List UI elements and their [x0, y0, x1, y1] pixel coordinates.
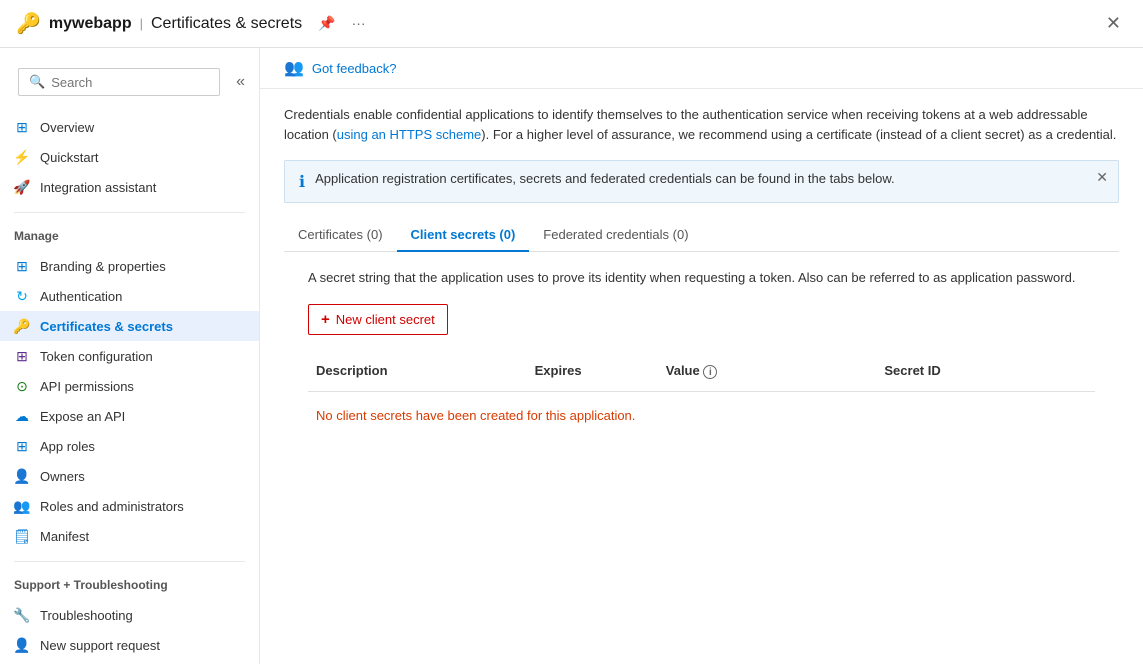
app-name: mywebapp	[49, 15, 132, 33]
sidebar-item-manifest-label: Manifest	[40, 529, 89, 544]
tab-federated[interactable]: Federated credentials (0)	[529, 219, 702, 252]
manage-section-label: Manage	[0, 219, 259, 247]
tab-certificates-label: Certificates (0)	[298, 227, 383, 242]
sidebar-item-manifest[interactable]: 🗒 Manifest	[0, 521, 259, 551]
manage-divider	[14, 212, 245, 213]
tab-content: A secret string that the application use…	[284, 252, 1119, 455]
search-icon: 🔍	[29, 74, 45, 90]
sidebar-item-api-label: API permissions	[40, 379, 134, 394]
page-title: Certificates & secrets	[151, 15, 302, 33]
quickstart-icon: ⚡	[14, 149, 30, 165]
description-content: Credentials enable confidential applicat…	[284, 107, 1116, 142]
sidebar-item-roles-admin[interactable]: 👥 Roles and administrators	[0, 491, 259, 521]
roles-icon: ⊞	[14, 438, 30, 454]
token-icon: ⊞	[14, 348, 30, 364]
sidebar-item-integration-label: Integration assistant	[40, 180, 156, 195]
col-secret-id: Secret ID	[876, 359, 1095, 384]
info-banner-text: Application registration certificates, s…	[315, 171, 1104, 186]
sidebar-item-expose[interactable]: ☁ Expose an API	[0, 401, 259, 431]
sidebar-item-api[interactable]: ⊙ API permissions	[0, 371, 259, 401]
sidebar-item-new-request-label: New support request	[40, 638, 160, 653]
info-banner: ℹ Application registration certificates,…	[284, 160, 1119, 203]
sidebar-item-new-request[interactable]: 👤 New support request	[0, 630, 259, 660]
sidebar-item-roles-admin-label: Roles and administrators	[40, 499, 184, 514]
integration-icon: 🚀	[14, 179, 30, 195]
support-icon: 👤	[14, 637, 30, 653]
https-link[interactable]: using an HTTPS scheme	[337, 127, 482, 142]
col-value: Value i	[658, 359, 877, 384]
sidebar-item-branding[interactable]: ⊞ Branding & properties	[0, 251, 259, 281]
collapse-button[interactable]: «	[230, 73, 251, 91]
sidebar-item-expose-label: Expose an API	[40, 409, 125, 424]
api-icon: ⊙	[14, 378, 30, 394]
sidebar-item-overview[interactable]: ⊞ Overview	[0, 112, 259, 142]
support-section-label: Support + Troubleshooting	[0, 568, 259, 596]
new-secret-label: New client secret	[336, 312, 435, 327]
sidebar-item-troubleshoot-label: Troubleshooting	[40, 608, 133, 623]
support-divider	[14, 561, 245, 562]
sidebar-item-roles-label: App roles	[40, 439, 95, 454]
pin-button[interactable]: 📌	[314, 13, 339, 34]
sidebar-item-authentication[interactable]: ↻ Authentication	[0, 281, 259, 311]
title-divider: |	[140, 16, 143, 31]
tab-federated-label: Federated credentials (0)	[543, 227, 688, 242]
manifest-icon: 🗒	[14, 528, 30, 544]
sidebar-item-quickstart[interactable]: ⚡ Quickstart	[0, 142, 259, 172]
branding-icon: ⊞	[14, 258, 30, 274]
tab-client-secrets-label: Client secrets (0)	[411, 227, 516, 242]
tabs-area: Certificates (0) Client secrets (0) Fede…	[260, 219, 1143, 455]
sidebar-item-certificates-label: Certificates & secrets	[40, 319, 173, 334]
troubleshoot-icon: 🔧	[14, 607, 30, 623]
sidebar-item-owners-label: Owners	[40, 469, 85, 484]
sidebar-item-troubleshoot[interactable]: 🔧 Troubleshooting	[0, 600, 259, 630]
sidebar-item-certificates[interactable]: 🔑 Certificates & secrets	[0, 311, 259, 341]
tab-description: A secret string that the application use…	[308, 268, 1095, 288]
sidebar: 🔍 « ⊞ Overview ⚡ Quickstart 🚀 Integratio…	[0, 48, 260, 664]
tab-client-secrets[interactable]: Client secrets (0)	[397, 219, 530, 252]
expose-icon: ☁	[14, 408, 30, 424]
table-header: Description Expires Value i Secret ID	[308, 351, 1095, 393]
search-box[interactable]: 🔍	[18, 68, 220, 96]
nav-support-section: 🔧 Troubleshooting 👤 New support request	[0, 596, 259, 664]
overview-icon: ⊞	[14, 119, 30, 135]
info-banner-icon: ℹ	[299, 172, 305, 192]
sidebar-item-token-label: Token configuration	[40, 349, 153, 364]
sidebar-item-token[interactable]: ⊞ Token configuration	[0, 341, 259, 371]
sidebar-item-quickstart-label: Quickstart	[40, 150, 99, 165]
sidebar-item-branding-label: Branding & properties	[40, 259, 166, 274]
auth-icon: ↻	[14, 288, 30, 304]
col-description: Description	[308, 359, 527, 384]
tabs-row: Certificates (0) Client secrets (0) Fede…	[284, 219, 1119, 252]
content-area: 👥 Got feedback? Credentials enable confi…	[260, 48, 1143, 664]
sidebar-item-owners[interactable]: 👤 Owners	[0, 461, 259, 491]
main-layout: 🔍 « ⊞ Overview ⚡ Quickstart 🚀 Integratio…	[0, 48, 1143, 664]
sidebar-item-integration[interactable]: 🚀 Integration assistant	[0, 172, 259, 202]
cert-icon: 🔑	[14, 318, 30, 334]
nav-top-section: ⊞ Overview ⚡ Quickstart 🚀 Integration as…	[0, 108, 259, 206]
feedback-label: Got feedback?	[312, 61, 397, 76]
sidebar-item-roles[interactable]: ⊞ App roles	[0, 431, 259, 461]
title-bar: 🔑 mywebapp | Certificates & secrets 📌 ··…	[0, 0, 1143, 48]
nav-manage-section: ⊞ Branding & properties ↻ Authentication…	[0, 247, 259, 555]
col-expires: Expires	[527, 359, 658, 384]
value-info-icon[interactable]: i	[703, 365, 717, 379]
empty-state: No client secrets have been created for …	[308, 392, 1095, 439]
tab-certificates[interactable]: Certificates (0)	[284, 219, 397, 252]
roles-admin-icon: 👥	[14, 498, 30, 514]
sidebar-item-overview-label: Overview	[40, 120, 94, 135]
search-input[interactable]	[51, 75, 209, 90]
close-button[interactable]: ✕	[1100, 11, 1127, 36]
feedback-icon: 👥	[284, 58, 304, 78]
plus-icon: +	[321, 311, 330, 328]
feedback-bar[interactable]: 👥 Got feedback?	[260, 48, 1143, 89]
info-banner-close[interactable]: ✕	[1096, 169, 1108, 186]
new-client-secret-button[interactable]: + New client secret	[308, 304, 448, 335]
more-button[interactable]: ···	[348, 13, 370, 34]
owners-icon: 👤	[14, 468, 30, 484]
title-actions: 📌 ···	[314, 13, 369, 34]
description-text: Credentials enable confidential applicat…	[260, 89, 1143, 160]
app-icon: 🔑	[16, 11, 41, 36]
sidebar-item-authentication-label: Authentication	[40, 289, 122, 304]
